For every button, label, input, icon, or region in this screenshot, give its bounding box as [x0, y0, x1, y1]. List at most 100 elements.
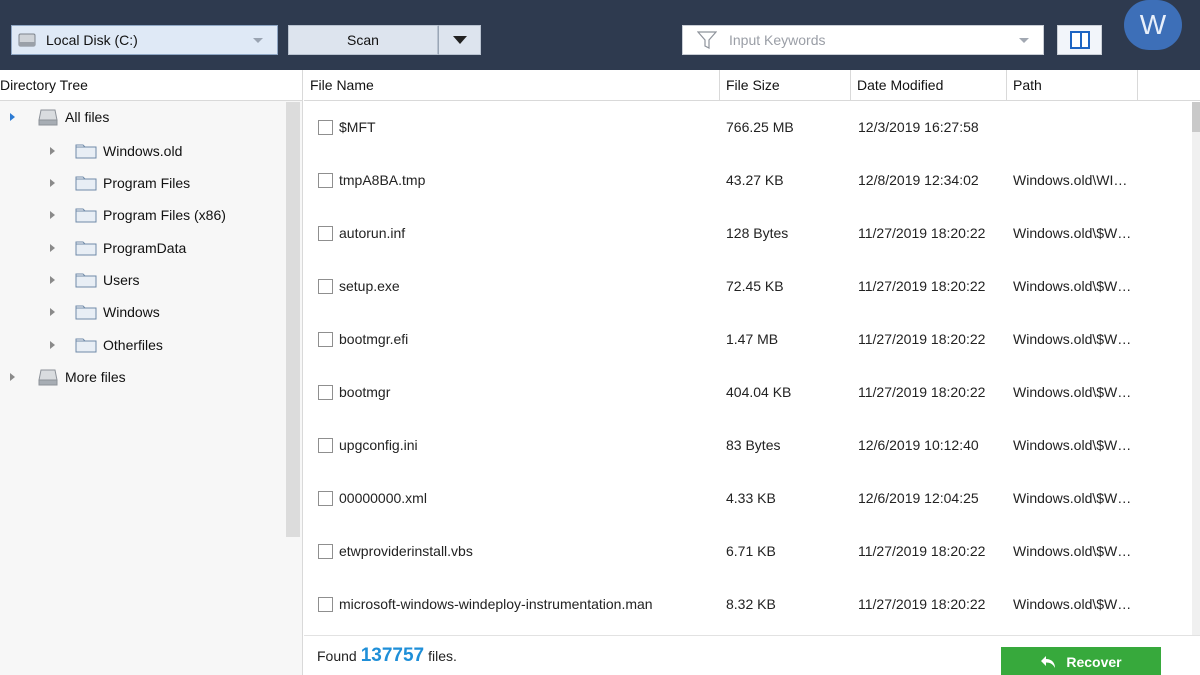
row-checkbox[interactable] — [318, 173, 333, 188]
file-date: 11/27/2019 18:20:22 — [858, 278, 986, 294]
folder-icon — [75, 305, 97, 320]
drive-label: Local Disk (C:) — [46, 32, 138, 48]
file-path — [1013, 101, 1135, 154]
file-path: Windows.old\$W… — [1013, 490, 1132, 506]
file-row[interactable]: $MFT 766.25 MB 12/3/2019 16:27:58 — [304, 101, 1188, 154]
expand-arrow-icon[interactable] — [50, 244, 55, 252]
tree-item-programdata[interactable]: ProgramData — [50, 233, 186, 263]
file-name: upgconfig.ini — [339, 437, 418, 453]
panel-toggle-button[interactable] — [1057, 25, 1102, 55]
expand-arrow-icon[interactable] — [50, 147, 55, 155]
undo-arrow-icon — [1041, 656, 1056, 668]
tree-item-program-files-x86[interactable]: Program Files (x86) — [50, 200, 226, 230]
row-checkbox[interactable] — [318, 491, 333, 506]
split-view-icon — [1069, 31, 1090, 49]
file-path: Windows.old\$W… — [1013, 225, 1132, 241]
expand-arrow-icon[interactable] — [10, 113, 15, 121]
folder-icon — [75, 208, 97, 223]
column-header-file-name[interactable]: File Name — [304, 70, 720, 101]
file-path: Windows.old\$W… — [1013, 543, 1132, 559]
row-checkbox[interactable] — [318, 438, 333, 453]
row-checkbox[interactable] — [318, 544, 333, 559]
file-size: 6.71 KB — [726, 543, 776, 559]
expand-arrow-icon[interactable] — [10, 373, 15, 381]
file-name: 00000000.xml — [339, 490, 427, 506]
tree-item-label: More files — [65, 369, 126, 385]
tree-scrollbar[interactable] — [286, 102, 300, 537]
drive-icon — [38, 369, 58, 386]
directory-tree-header: Directory Tree — [0, 70, 302, 101]
row-checkbox[interactable] — [318, 120, 333, 135]
file-path: Windows.old\$W… — [1013, 384, 1132, 400]
file-name: etwproviderinstall.vbs — [339, 543, 473, 559]
file-row[interactable]: bootmgr 404.04 KB 11/27/2019 18:20:22 Wi… — [304, 366, 1188, 419]
column-header-file-size[interactable]: File Size — [720, 70, 851, 101]
file-list-panel: File Name File Size Date Modified Path $… — [304, 70, 1200, 675]
file-name: autorun.inf — [339, 225, 406, 241]
expand-arrow-icon[interactable] — [50, 211, 55, 219]
tree-item-otherfiles[interactable]: Otherfiles — [50, 330, 163, 360]
tree-item-program-files[interactable]: Program Files — [50, 168, 190, 198]
file-row[interactable]: autorun.inf 128 Bytes 11/27/2019 18:20:2… — [304, 207, 1188, 260]
tree-item-label: Windows.old — [103, 143, 183, 159]
expand-arrow-icon[interactable] — [50, 276, 55, 284]
tree-item-users[interactable]: Users — [50, 265, 140, 295]
drive-icon — [38, 109, 58, 126]
drive-select[interactable]: Local Disk (C:) — [11, 25, 278, 55]
file-row[interactable]: microsoft-windows-windeploy-instrumentat… — [304, 578, 1188, 631]
column-header-path[interactable]: Path — [1007, 70, 1138, 101]
expand-arrow-icon[interactable] — [50, 179, 55, 187]
tree-item-windows-old[interactable]: Windows.old — [50, 136, 182, 166]
tree-item-more-files[interactable]: More files — [10, 362, 126, 392]
tree-item-label: Users — [103, 272, 140, 288]
scan-button[interactable]: Scan — [288, 25, 438, 55]
recover-button[interactable]: Recover — [1001, 647, 1161, 675]
found-files-status: Found 137757 files. — [317, 636, 457, 675]
file-size: 4.33 KB — [726, 490, 776, 506]
tree-item-label: Windows — [103, 304, 160, 320]
file-date: 12/6/2019 12:04:25 — [858, 490, 979, 506]
expand-arrow-icon[interactable] — [50, 341, 55, 349]
found-count: 137757 — [360, 645, 425, 666]
row-checkbox[interactable] — [318, 226, 333, 241]
scrollbar-thumb[interactable] — [1192, 102, 1200, 132]
file-date: 11/27/2019 18:20:22 — [858, 331, 986, 347]
file-name: bootmgr — [339, 384, 391, 400]
file-date: 12/3/2019 16:27:58 — [858, 119, 979, 135]
tree-item-label: All files — [65, 109, 110, 125]
file-path: Windows.old\$W… — [1013, 278, 1132, 294]
file-list-scrollbar[interactable] — [1192, 102, 1200, 635]
tree-item-label: ProgramData — [103, 240, 187, 256]
file-name: setup.exe — [339, 278, 400, 294]
file-path: Windows.old\$W… — [1013, 437, 1132, 453]
tree-item-windows[interactable]: Windows — [50, 297, 160, 327]
keyword-search-input[interactable]: Input Keywords — [682, 25, 1044, 55]
row-checkbox[interactable] — [318, 332, 333, 347]
row-checkbox[interactable] — [318, 279, 333, 294]
triangle-down-icon — [452, 36, 467, 44]
file-row[interactable]: bootmgr.efi 1.47 MB 11/27/2019 18:20:22 … — [304, 313, 1188, 366]
file-size: 43.27 KB — [726, 172, 784, 188]
file-path: Windows.old\$W… — [1013, 596, 1132, 612]
tree-item-all-files[interactable]: All files — [10, 102, 109, 132]
file-row[interactable]: setup.exe 72.45 KB 11/27/2019 18:20:22 W… — [304, 260, 1188, 313]
file-date: 12/8/2019 12:34:02 — [858, 172, 979, 188]
filter-icon — [697, 31, 717, 49]
file-name: bootmgr.efi — [339, 331, 409, 347]
scan-dropdown-button[interactable] — [438, 25, 481, 55]
top-toolbar: Local Disk (C:) Scan Input Keywords W — [0, 0, 1200, 70]
app-logo: W — [1124, 0, 1182, 50]
search-placeholder: Input Keywords — [729, 32, 826, 48]
tree-item-label: Otherfiles — [103, 337, 163, 353]
row-checkbox[interactable] — [318, 597, 333, 612]
expand-arrow-icon[interactable] — [50, 308, 55, 316]
file-row[interactable]: tmpA8BA.tmp 43.27 KB 12/8/2019 12:34:02 … — [304, 154, 1188, 207]
file-name: microsoft-windows-windeploy-instrumentat… — [339, 596, 653, 612]
column-header-date-modified[interactable]: Date Modified — [851, 70, 1007, 101]
folder-icon — [75, 273, 97, 288]
drive-icon — [18, 33, 36, 47]
file-row[interactable]: etwproviderinstall.vbs 6.71 KB 11/27/201… — [304, 525, 1188, 578]
file-row[interactable]: 00000000.xml 4.33 KB 12/6/2019 12:04:25 … — [304, 472, 1188, 525]
file-row[interactable]: upgconfig.ini 83 Bytes 12/6/2019 10:12:4… — [304, 419, 1188, 472]
row-checkbox[interactable] — [318, 385, 333, 400]
